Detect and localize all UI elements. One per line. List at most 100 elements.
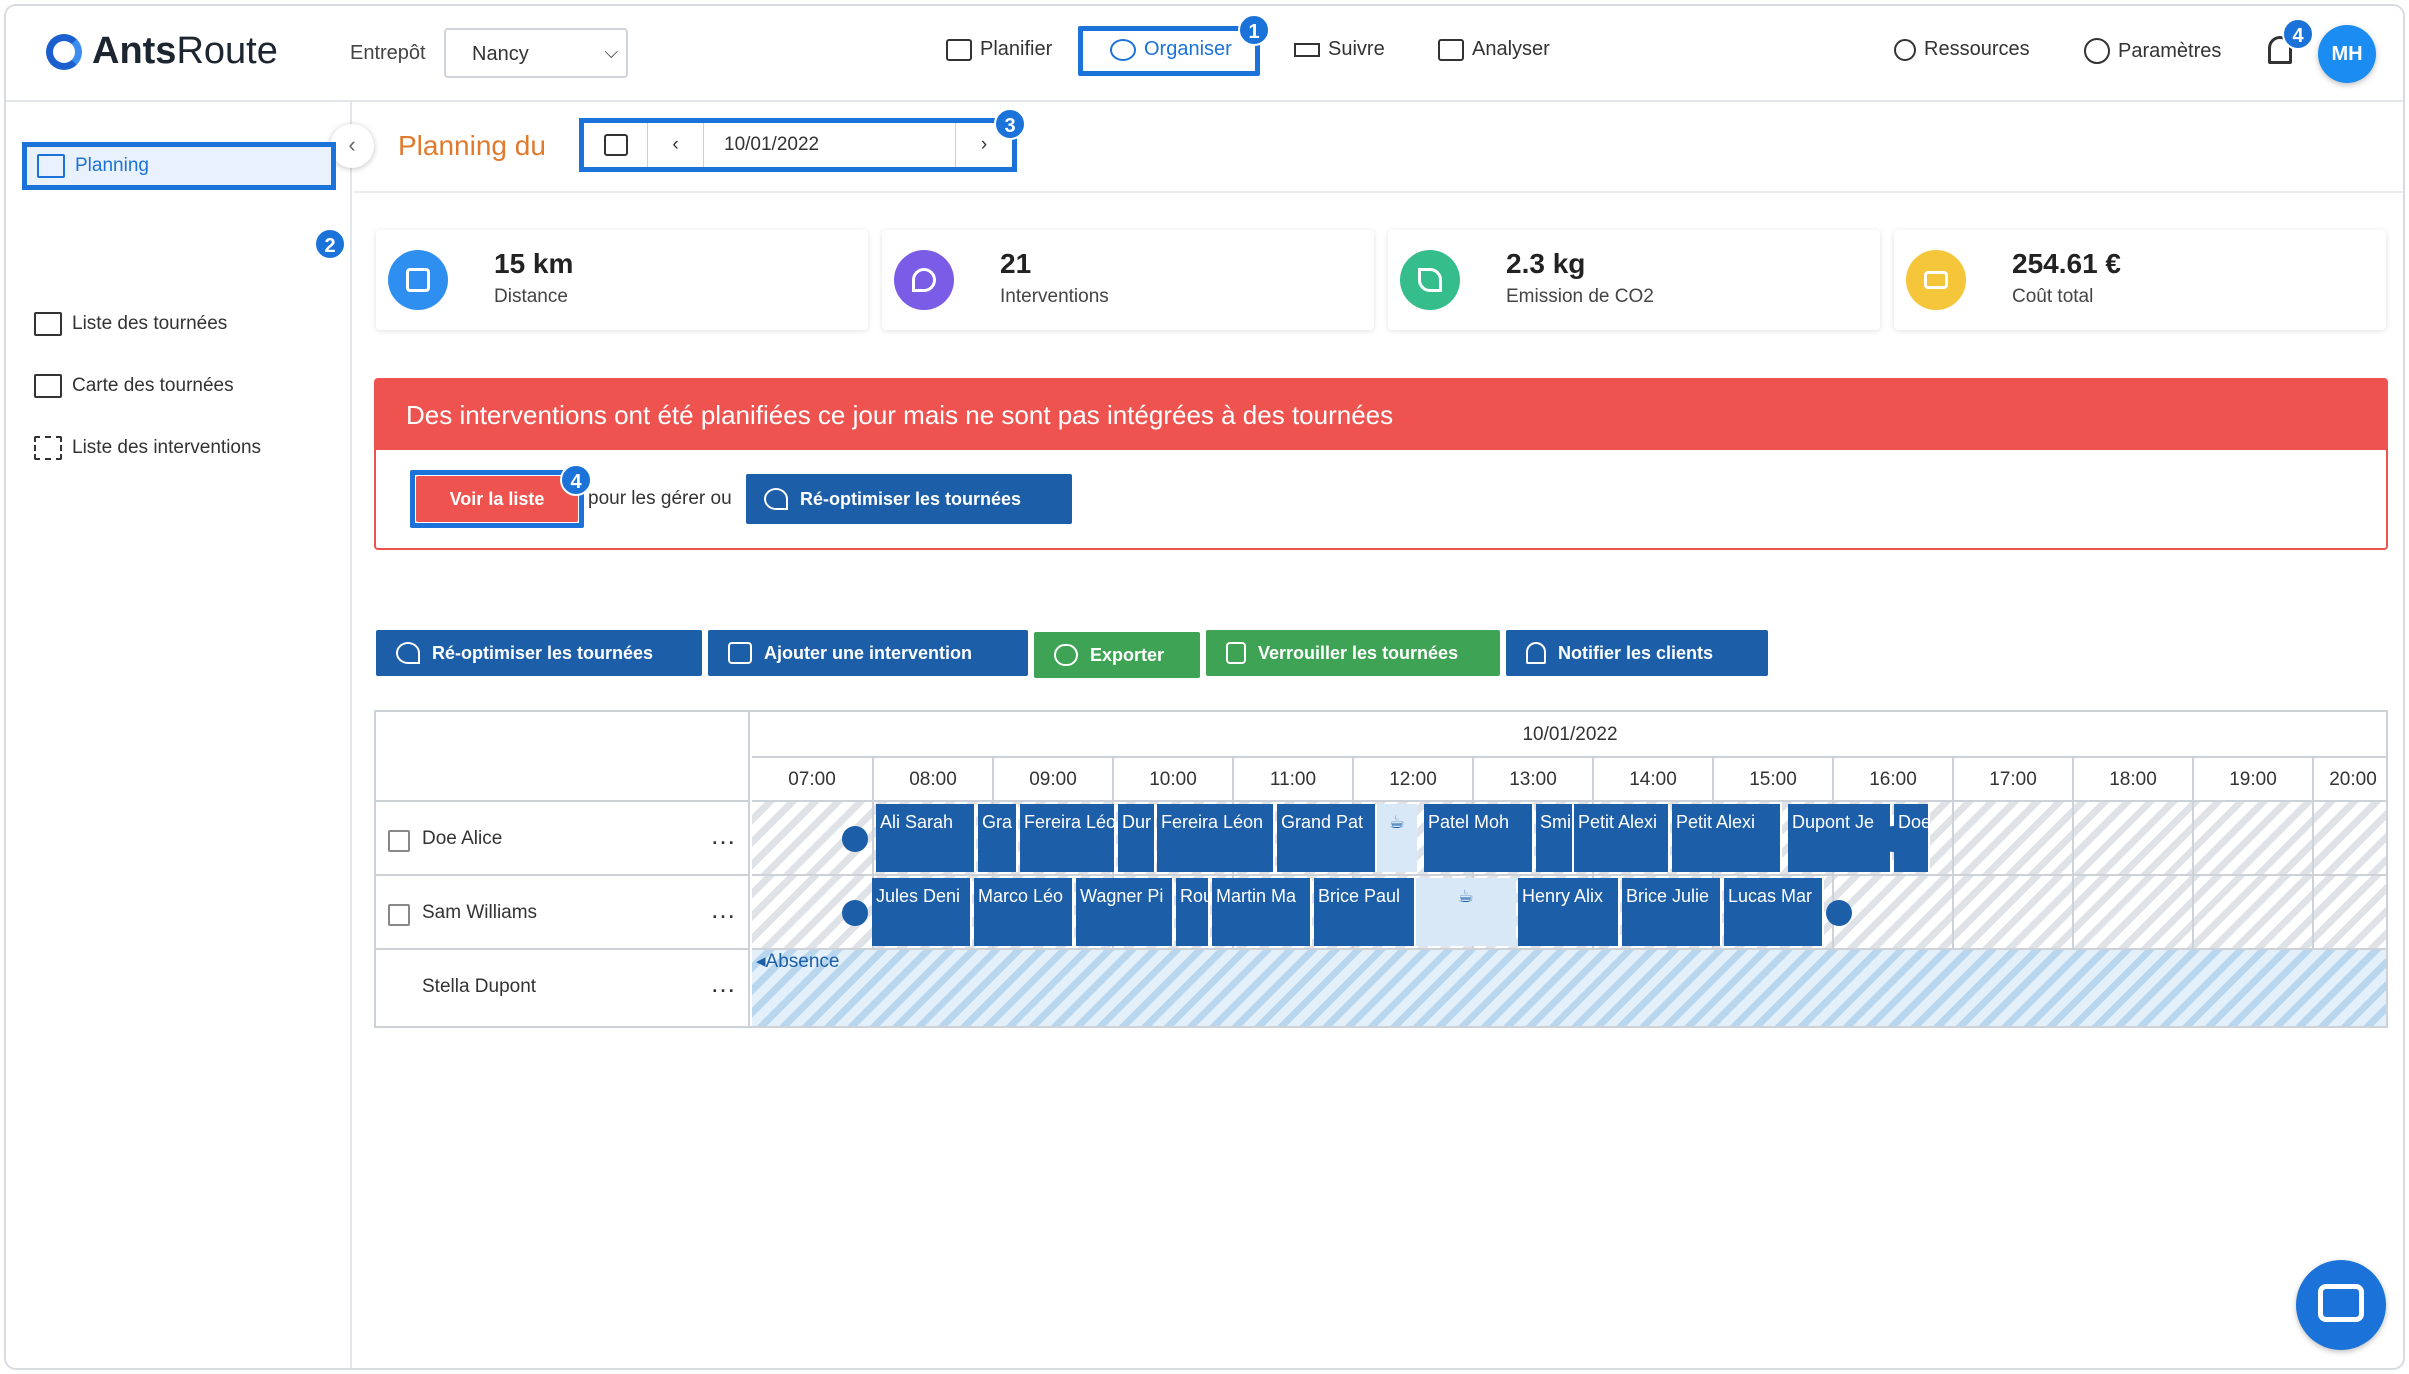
nav-organiser[interactable]: Organiser [1110,38,1232,61]
absence-label[interactable]: ◂Absence [756,950,840,973]
hour-label: 07:00 [788,769,836,790]
intervention-block[interactable]: Brice Paul [1314,878,1416,946]
intervention-block[interactable]: Fereira Léon [1157,804,1275,872]
rocket-icon [764,488,788,510]
unplanned-alert: Des interventions ont été planifiées ce … [374,378,2388,550]
reoptimize-button[interactable]: Ré-optimiser les tournées [376,630,702,676]
hour-header: 07:00 08:00 09:00 10:00 11:00 12:00 13:00 14:00… [752,756,2386,802]
intervention-block[interactable]: Petit Alexi [1672,804,1782,872]
tour-endpoint-marker[interactable] [842,826,868,852]
top-header: Ants Route Entrepôt Nancy ⌵ Planifier Org… [6,6,2403,102]
money-icon [1906,250,1966,310]
intervention-block[interactable]: Patel Moh [1424,804,1534,872]
hour-gridline [2072,802,2074,876]
resource-checkbox[interactable] [388,904,410,926]
warehouse-label: Entrepôt [350,42,426,64]
calendar-icon [946,38,972,61]
warehouse-value: Nancy [472,43,529,65]
intervention-block[interactable]: Henry Alix [1518,878,1620,946]
tour-endpoint-marker[interactable] [1826,900,1852,926]
hour-gridline [1952,876,1954,950]
sidebar [6,102,352,1368]
notification-count-badge: 4 [2282,18,2314,50]
lock-tours-button[interactable]: Verrouiller les tournées [1206,630,1500,676]
notify-clients-button[interactable]: Notifier les clients [1506,630,1768,676]
intervention-block[interactable]: Dupont Je [1788,804,1892,872]
sidebar-item-carte-tournees[interactable]: Carte des tournées [34,374,234,398]
intervention-block[interactable]: Jules Deni [872,878,972,946]
voir-liste-button[interactable]: Voir la liste [416,476,578,522]
intervention-block[interactable]: Martin Ma [1212,878,1312,946]
resource-name: Stella Dupont [422,976,537,997]
more-options-button[interactable]: … [710,820,738,851]
collapse-sidebar-button[interactable]: ‹ [330,124,374,168]
alert-middle-text: pour les gérer ou [588,488,732,509]
more-options-button[interactable]: … [710,894,738,925]
resource-row: Sam Williams … [376,874,750,948]
intervention-block[interactable]: Petit Alexi [1574,804,1670,872]
intervention-block[interactable]: Fereira Léo [1020,804,1116,872]
calendar-button[interactable] [584,123,648,167]
add-intervention-button[interactable]: Ajouter une intervention [708,630,1028,676]
chat-button[interactable] [2296,1260,2386,1350]
resource-checkbox[interactable] [388,830,410,852]
tour-endpoint-marker[interactable] [1880,826,1906,852]
stat-value: 2.3 kg [1506,248,1586,279]
intervention-block[interactable]: Lucas Mar [1724,878,1824,946]
sidebar-item-liste-interventions[interactable]: Liste des interventions [34,436,261,460]
stat-label: Distance [494,286,568,307]
break-icon[interactable]: ☕ [1377,804,1417,872]
intervention-block[interactable]: Marco Léo [974,878,1074,946]
callout-badge-1: 1 [1238,14,1270,46]
intervention-block[interactable]: Gra [978,804,1018,872]
hour-gridline [2072,876,2074,950]
logo-text: Route [176,30,278,72]
nav-ressources[interactable]: Ressources [1894,38,2030,61]
hour-gridline [872,802,874,876]
stat-card-cost: 254.61 € Coût total [1894,230,2386,330]
intervention-block[interactable]: Ali Sarah [876,804,976,872]
hour-label: 12:00 [1352,758,1472,802]
nav-suivre[interactable]: Suivre [1294,38,1385,61]
intervention-block[interactable]: Grand Pat [1277,804,1377,872]
lock-icon [1226,642,1246,664]
checklist-icon [34,436,62,460]
intervention-block[interactable]: Brice Julie [1622,878,1722,946]
intervention-block[interactable]: Rou [1176,878,1210,946]
user-avatar[interactable]: MH [2318,25,2376,83]
location-pin-icon [894,250,954,310]
alert-reoptimize-button[interactable]: Ré-optimiser les tournées [746,474,1072,524]
stat-card-distance: 15 km Distance [376,230,868,330]
stat-card-co2: 2.3 kg Emission de CO2 [1388,230,1880,330]
hour-label: 19:00 [2192,758,2312,802]
calendar-icon [603,134,628,156]
leaf-icon [1400,250,1460,310]
nav-parametres[interactable]: Paramètres [2084,38,2221,64]
intervention-block[interactable]: Wagner Pi [1076,878,1174,946]
export-button[interactable]: Exporter [1034,632,1200,678]
break-icon[interactable]: ☕ [1416,878,1516,946]
callout-badge-3: 3 [994,108,1026,140]
date-input[interactable]: 10/01/2022 [704,123,956,167]
nav-analyser[interactable]: Analyser [1438,38,1550,61]
logo-text-bold: Ants [92,30,177,72]
sidebar-item-planning[interactable]: Planning [22,142,336,190]
intervention-block[interactable]: Dur [1118,804,1156,872]
absence-lane: ◂Absence [752,948,2386,1026]
intervention-block[interactable]: Smi [1536,804,1574,872]
antsroute-logo[interactable]: Ants Route [46,30,278,73]
app-window: Ants Route Entrepôt Nancy ⌵ Planifier Org… [4,4,2405,1370]
hour-gridline [2312,802,2314,876]
more-options-button[interactable]: … [710,968,738,999]
date-picker: ‹ 10/01/2022 › [579,118,1017,172]
previous-day-button[interactable]: ‹ [648,123,704,167]
tour-endpoint-marker[interactable] [842,900,868,926]
cloud-download-icon [1054,644,1078,666]
warehouse-select[interactable]: Nancy ⌵ [444,28,628,78]
nav-planifier[interactable]: Planifier [946,38,1052,61]
stat-value: 21 [1000,248,1032,279]
hour-label: 16:00 [1832,758,1952,802]
chart-icon [1438,38,1464,61]
stat-label: Coût total [2012,286,2094,307]
sidebar-item-liste-tournees[interactable]: Liste des tournées [34,312,227,336]
